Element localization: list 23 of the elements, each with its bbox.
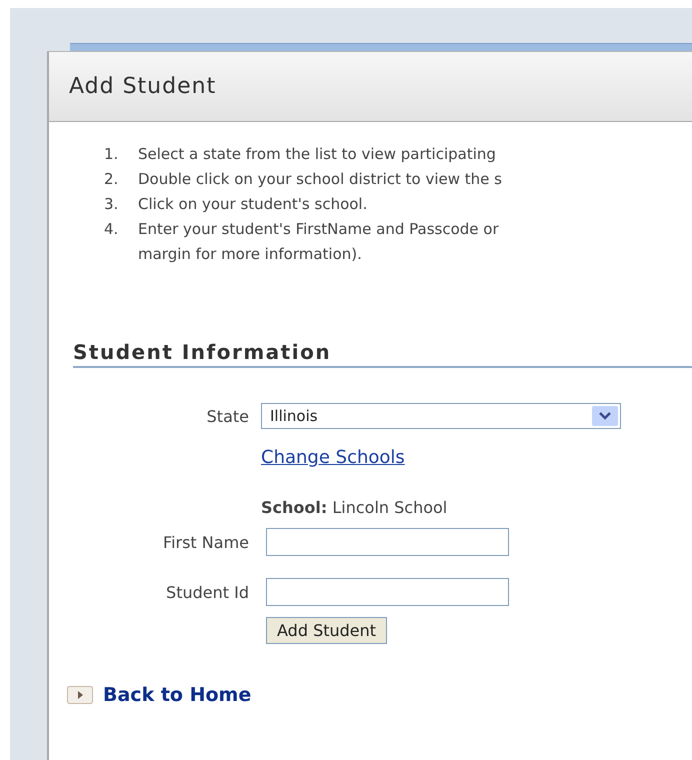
list-number: 4.	[104, 219, 120, 240]
state-dropdown[interactable]: Illinois	[261, 403, 621, 429]
list-number: 2.	[104, 169, 120, 190]
section-title: Student Information	[73, 340, 332, 364]
instruction-text: margin for more information).	[138, 244, 362, 265]
input-field[interactable]	[266, 528, 509, 556]
dialog-title: Add Student	[69, 74, 216, 99]
list-number: 3.	[104, 194, 120, 215]
back-to-home-link[interactable]: Back to Home	[103, 684, 252, 706]
chevron-down-icon	[592, 406, 618, 426]
field-label: First Name	[163, 532, 249, 552]
school-text: School: Lincoln School	[261, 498, 448, 517]
field-label: Student Id	[166, 582, 249, 602]
change-schools-link[interactable]: Change Schools	[261, 447, 405, 468]
field-label: State	[206, 406, 249, 426]
instruction-text: Select a state from the list to view participating	[138, 144, 496, 165]
add-student-button[interactable]: Add Student	[266, 617, 388, 644]
instruction-text: Double click on your school district to view the s	[138, 169, 502, 190]
instruction-text: Enter your student's FirstName and Passcode or	[138, 219, 499, 240]
instruction-text: Click on your student's school.	[138, 194, 368, 215]
input-field[interactable]	[266, 578, 509, 606]
play-icon	[67, 686, 93, 704]
list-number: 1.	[104, 144, 120, 165]
